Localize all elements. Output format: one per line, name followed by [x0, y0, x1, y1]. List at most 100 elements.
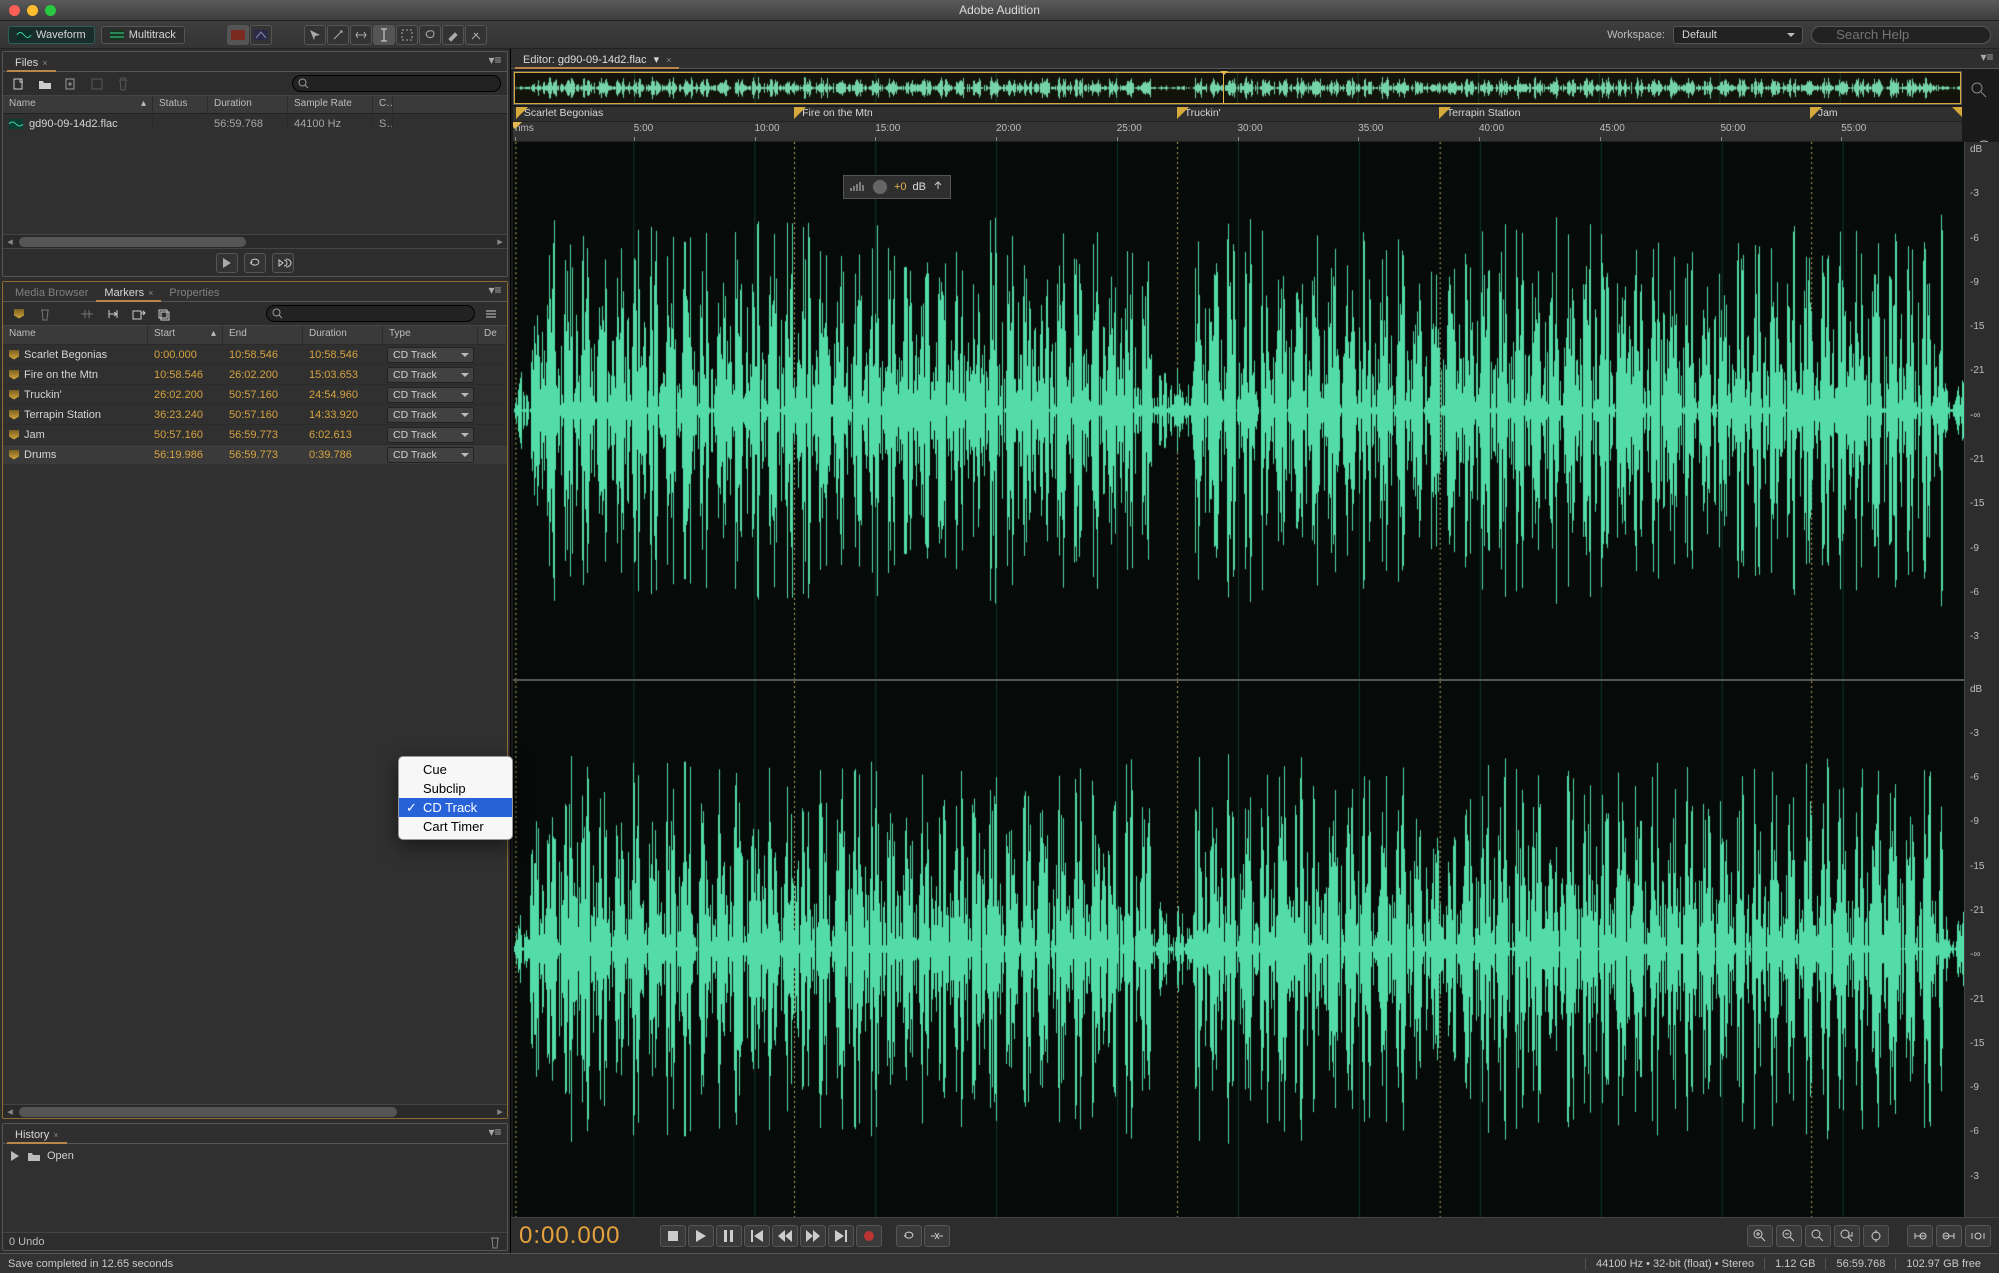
tool-brush[interactable] [442, 25, 464, 45]
history-tab[interactable]: History× [7, 1127, 67, 1143]
files-columns-header[interactable]: Name ▴ Status Duration Sample Rate C [3, 96, 507, 114]
marker-type-select[interactable]: CD Track [387, 347, 474, 363]
marker-insert-icon[interactable] [77, 305, 97, 323]
trash-icon[interactable] [489, 1235, 501, 1249]
play-button[interactable] [688, 1225, 714, 1247]
timeline-marker[interactable]: Jam [1810, 107, 1838, 119]
marker-type-select[interactable]: CD Track [387, 407, 474, 423]
new-file-icon[interactable] [9, 75, 29, 93]
close-window-button[interactable] [9, 5, 20, 16]
timeline-marker[interactable]: Truckin' [1177, 107, 1221, 119]
tool-marquee[interactable] [396, 25, 418, 45]
loop-button[interactable] [896, 1225, 922, 1247]
preview-loop-button[interactable] [244, 253, 266, 273]
marker-export-icon[interactable] [129, 305, 149, 323]
workspace-select[interactable]: Default [1673, 26, 1803, 44]
rewind-button[interactable] [772, 1225, 798, 1247]
skip-selection-button[interactable] [924, 1225, 950, 1247]
preview-autoplay-button[interactable] [272, 253, 294, 273]
minimize-window-button[interactable] [27, 5, 38, 16]
panel-menu-icon[interactable]: ▾≡ [1979, 51, 1995, 65]
delete-marker-icon[interactable] [35, 305, 55, 323]
waveform-right-channel[interactable]: R [513, 681, 1964, 1218]
marker-row[interactable]: Jam50:57.16056:59.7736:02.613CD Track [3, 424, 507, 444]
go-to-start-button[interactable] [744, 1225, 770, 1247]
files-filter-input[interactable] [292, 75, 501, 92]
marker-merge-icon[interactable] [103, 305, 123, 323]
zoom-out-point-icon[interactable] [1936, 1225, 1962, 1247]
dropdown-item[interactable]: Cue [399, 760, 512, 779]
dropdown-item[interactable]: Cart Timer [399, 817, 512, 836]
zoom-full-icon[interactable] [1970, 81, 1988, 99]
waveform-left-channel[interactable]: +0dB L [513, 142, 1964, 679]
files-scrollbar[interactable]: ◂▸ [3, 234, 507, 248]
open-file-icon[interactable] [35, 75, 55, 93]
dropdown-item[interactable]: CD Track [399, 798, 512, 817]
markers-columns-header[interactable]: Name Start ▴ End Duration Type De [3, 326, 507, 344]
go-to-end-button[interactable] [828, 1225, 854, 1247]
history-item[interactable]: Open [9, 1148, 501, 1164]
zoom-window-button[interactable] [45, 5, 56, 16]
marker-insert-multitrack-icon[interactable] [155, 305, 175, 323]
marker-type-select[interactable]: CD Track [387, 387, 474, 403]
tool-razor[interactable] [327, 25, 349, 45]
tool-lasso[interactable] [419, 25, 441, 45]
tool-move[interactable] [304, 25, 326, 45]
marker-row[interactable]: Fire on the Mtn10:58.54626:02.20015:03.6… [3, 364, 507, 384]
zoom-in-point-icon[interactable] [1907, 1225, 1933, 1247]
marker-type-select[interactable]: CD Track [387, 427, 474, 443]
panel-menu-icon[interactable]: ▾≡ [487, 1126, 503, 1140]
pause-button[interactable] [716, 1225, 742, 1247]
waveform-mode-button[interactable]: Waveform [8, 26, 95, 44]
markers-tab[interactable]: Markers× [96, 285, 161, 301]
search-help-input[interactable] [1811, 26, 1991, 44]
marker-row[interactable]: Terrapin Station36:23.24050:57.16014:33.… [3, 404, 507, 424]
volume-hud[interactable]: +0dB [843, 175, 951, 199]
timeline-marker[interactable]: Fire on the Mtn [794, 107, 873, 119]
markers-settings-icon[interactable] [481, 305, 501, 323]
add-marker-icon[interactable] [9, 305, 29, 323]
zoom-in-vertical-icon[interactable] [1863, 1225, 1889, 1247]
time-display[interactable]: 0:00.000 [519, 1222, 620, 1250]
markers-filter-input[interactable] [266, 305, 475, 322]
multitrack-mode-button[interactable]: Multitrack [101, 26, 185, 44]
zoom-selection-icon[interactable] [1834, 1225, 1860, 1247]
properties-tab[interactable]: Properties [161, 285, 227, 301]
files-tab[interactable]: Files× [7, 55, 56, 71]
preview-play-button[interactable] [216, 253, 238, 273]
zoom-full-icon[interactable] [1805, 1225, 1831, 1247]
editor-tab[interactable]: Editor: gd90-09-14d2.flac ▾ × [515, 51, 679, 68]
zoom-in-icon[interactable] [1747, 1225, 1773, 1247]
timeline-marker[interactable]: Terrapin Station [1439, 107, 1521, 119]
import-file-icon[interactable] [61, 75, 81, 93]
panel-menu-icon[interactable]: ▾≡ [487, 284, 503, 298]
panel-menu-icon[interactable]: ▾≡ [487, 54, 503, 68]
record-button[interactable] [856, 1225, 882, 1247]
fast-forward-button[interactable] [800, 1225, 826, 1247]
marker-row[interactable]: Scarlet Begonias0:00.00010:58.54610:58.5… [3, 344, 507, 364]
marker-track[interactable]: Scarlet Begonias Fire on the Mtn Truckin' T… [513, 107, 1962, 122]
media-browser-tab[interactable]: Media Browser [7, 285, 96, 301]
zoom-to-selection-icon[interactable] [1965, 1225, 1991, 1247]
spectral-pitch-toggle[interactable] [250, 25, 272, 45]
time-ruler[interactable]: hms 5:0010:0015:0020:0025:0030:0035:0040… [513, 122, 1962, 142]
marker-row[interactable]: Truckin'26:02.20050:57.16024:54.960CD Tr… [3, 384, 507, 404]
levels-icon [850, 181, 866, 193]
tool-time-selection[interactable] [373, 25, 395, 45]
stop-button[interactable] [660, 1225, 686, 1247]
spectral-frequency-toggle[interactable] [227, 25, 249, 45]
volume-knob[interactable] [872, 179, 888, 195]
markers-scrollbar[interactable]: ◂▸ [3, 1104, 507, 1118]
file-row[interactable]: gd90-09-14d2.flac 56:59.768 44100 Hz S [3, 114, 507, 134]
tool-slip[interactable] [350, 25, 372, 45]
tool-spot-healing[interactable] [465, 25, 487, 45]
marker-type-select[interactable]: CD Track [387, 367, 474, 383]
marker-type-select[interactable]: CD Track [387, 447, 474, 463]
timeline-marker[interactable]: Scarlet Begonias [516, 107, 603, 119]
dropdown-item[interactable]: Subclip [399, 779, 512, 798]
zoom-out-icon[interactable] [1776, 1225, 1802, 1247]
marker-row[interactable]: Drums56:19.98656:59.7730:39.786CD Track [3, 444, 507, 464]
pin-icon[interactable] [932, 181, 944, 193]
overview-waveform[interactable] [513, 71, 1962, 105]
ruler-tick: 35:00 [1358, 123, 1383, 134]
